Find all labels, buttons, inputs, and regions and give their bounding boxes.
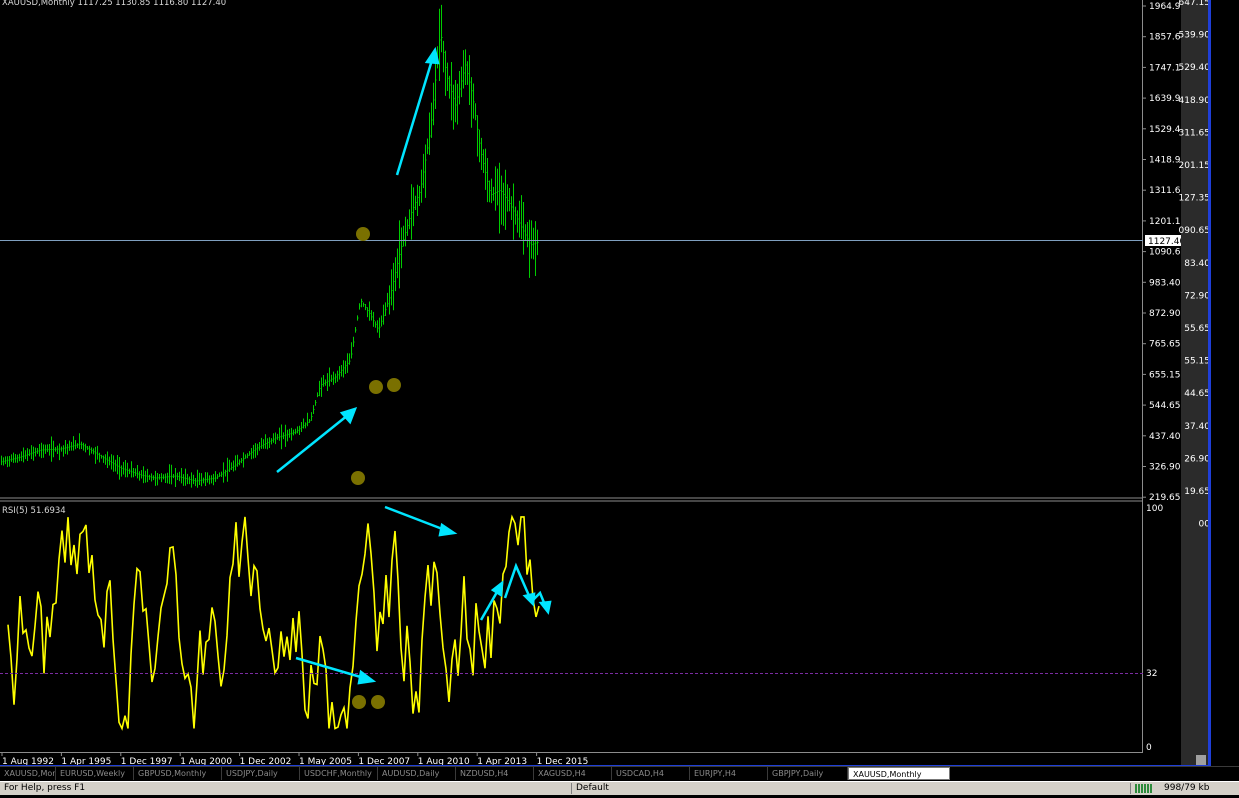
arrow-head (339, 407, 358, 425)
scroll-gutter[interactable] (1211, 0, 1239, 768)
side-label: 539.90 (1179, 31, 1211, 41)
chart-tab[interactable]: GBPJPY,Daily (768, 767, 848, 780)
chart-tab[interactable]: XAUUSD,Monthly (848, 767, 950, 780)
price-label: 765.65 (1149, 340, 1181, 350)
current-price-text: 1127.40 (1148, 237, 1185, 247)
side-label: 090.65 (1179, 226, 1211, 236)
price-label: 655.15 (1149, 370, 1181, 380)
arrow-head (538, 600, 552, 615)
dot (352, 695, 366, 709)
traffic-status: 998/79 kb (1164, 783, 1210, 793)
connection-bars-icon (1135, 784, 1161, 793)
time-scale[interactable]: 1 Aug 1992 1 Apr 1995 1 Dec 1997 1 Aug 2000… (1, 752, 588, 767)
price-scale[interactable]: 1964.901857.651747.151639.901529.401418.… (1142, 2, 1186, 503)
separator (571, 783, 572, 794)
resize-grip[interactable] (1196, 755, 1206, 765)
arrow-up-2[interactable] (395, 59, 434, 176)
arrow-up-1[interactable] (276, 414, 349, 473)
chart-tab[interactable]: GBPUSD,Monthly (134, 767, 222, 780)
chart-tab[interactable]: USDCHF,Monthly (300, 767, 378, 780)
price-label: 219.65 (1149, 493, 1181, 503)
side-label: 19.65 (1184, 487, 1210, 497)
arrow-head (438, 522, 458, 537)
side-label: 55.65 (1184, 324, 1210, 334)
rsi-level-32: 32 (1146, 669, 1157, 679)
rsi-title: RSI(5) 51.6934 (2, 506, 66, 516)
price-label: 872.90 (1149, 309, 1181, 319)
chart-tab[interactable]: NZDUSD,H4 (456, 767, 534, 780)
dot (371, 695, 385, 709)
chart-tab[interactable]: XAUUSD,Monthly (0, 767, 56, 780)
annotation-arrows[interactable] (276, 46, 552, 685)
side-panel (1181, 0, 1211, 768)
side-label: 37.40 (1184, 422, 1210, 432)
chart-title: XAUUSD,Monthly 1117.25 1130.85 1116.80 1… (2, 0, 226, 8)
profile-name[interactable]: Default (576, 782, 676, 795)
dot (369, 380, 383, 394)
price-label: 983.40 (1149, 278, 1181, 288)
price-label: 326.90 (1149, 463, 1181, 473)
arrow-rsi-up[interactable] (479, 591, 499, 621)
side-label: 26.90 (1184, 454, 1210, 464)
rsi-line (7, 514, 540, 731)
price-bars (1, 4, 539, 488)
side-label: 44.65 (1184, 389, 1210, 399)
side-label: 201.15 (1179, 161, 1211, 171)
chart-canvas[interactable]: 1964.901857.651747.151639.901529.401418.… (0, 0, 1239, 794)
dot (351, 471, 365, 485)
price-label: 437.40 (1149, 432, 1181, 442)
chart-tab[interactable]: USDCAD,H4 (612, 767, 690, 780)
dot (387, 378, 401, 392)
separator (1130, 783, 1131, 794)
status-bar: For Help, press F1 Default 998/79 kb (0, 781, 1239, 795)
chart-tab[interactable]: USDJPY,Daily (222, 767, 300, 780)
rsi-level-0: 0 (1146, 743, 1152, 753)
side-label: 647.15 (1179, 0, 1211, 8)
chart-tab[interactable]: EURUSD,Weekly (56, 767, 134, 780)
price-label: 544.65 (1149, 401, 1181, 411)
side-label: 127.35 (1179, 194, 1211, 204)
side-label: 418.90 (1179, 96, 1211, 106)
chart-tab[interactable]: AUDUSD,Daily (378, 767, 456, 780)
side-label: 529.40 (1179, 63, 1211, 73)
help-text: For Help, press F1 (4, 783, 86, 793)
arrow-head (424, 46, 440, 65)
chart-tabs: XAUUSD,MonthlyEURUSD,WeeklyGBPUSD,Monthl… (0, 766, 1239, 781)
dot (356, 227, 370, 241)
rsi-level-100: 100 (1146, 504, 1163, 514)
side-label: 83.40 (1184, 259, 1210, 269)
arrow-down-rsi[interactable] (384, 505, 446, 532)
rsi-path (7, 514, 540, 731)
side-label: 311.65 (1179, 128, 1211, 138)
window-border (1208, 0, 1211, 768)
price-label: 1090.65 (1149, 248, 1186, 258)
chart-tab[interactable]: XAGUSD,H4 (534, 767, 612, 780)
chart-tab[interactable]: EURJPY,H4 (690, 767, 768, 780)
arrow-head (490, 580, 504, 598)
side-label: 72.90 (1184, 291, 1210, 301)
side-label: 55.15 (1184, 357, 1210, 367)
